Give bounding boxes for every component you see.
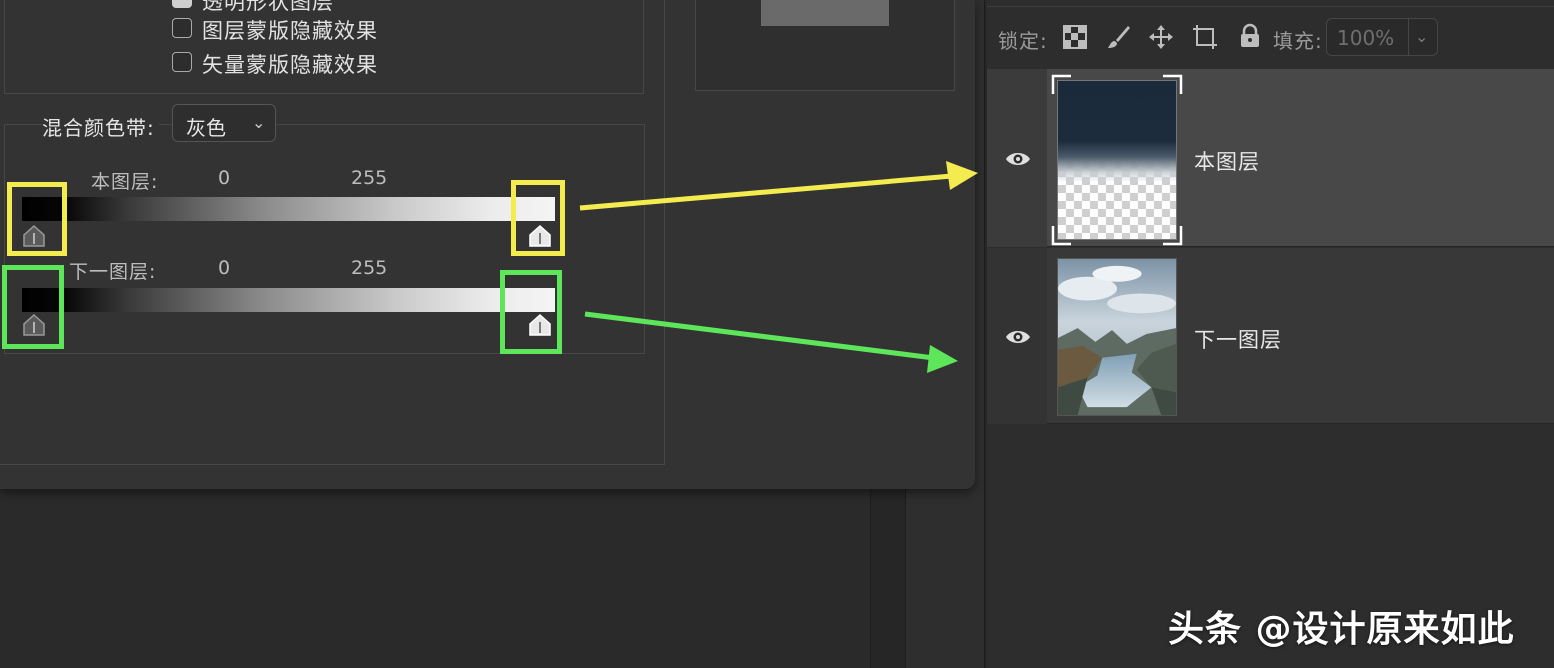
this-layer-min-value: 0 [218,167,231,189]
fill-divider [1408,18,1409,56]
underlying-layer-label: 下一图层: [69,261,157,283]
lock-all-icon[interactable] [1237,23,1263,49]
this-layer-label: 本图层: [91,171,159,193]
vector-mask-hides-effects-checkbox[interactable] [172,52,192,72]
vector-mask-hides-effects-label: 矢量蒙版隐藏效果 [202,53,378,77]
lock-label: 锁定: [998,29,1048,53]
transparency-shapes-layer-checkbox[interactable] [172,0,192,8]
layer-name-this-layer[interactable]: 本图层 [1194,146,1260,176]
panel-gutter [870,480,908,668]
eye-icon[interactable] [1005,328,1031,346]
chevron-down-icon: ⌄ [252,113,266,132]
layer-name-underlying-layer[interactable]: 下一图层 [1194,324,1282,354]
lock-position-icon[interactable] [1148,24,1174,50]
fill-label: 填充: [1273,29,1323,53]
transparency-shapes-layer-label: 透明形状图层 [202,0,334,14]
chevron-down-icon[interactable]: ⌄ [1415,27,1428,46]
layer-thumbnail-underlying-layer[interactable] [1057,258,1177,416]
lock-artboard-icon[interactable] [1192,24,1218,50]
eye-icon[interactable] [1005,150,1031,168]
this-layer-max-value: 255 [351,167,388,189]
blend-if-select-value: 灰色 [186,116,226,140]
layer-mask-hides-effects-checkbox[interactable] [172,18,192,38]
lock-image-pixels-icon[interactable] [1106,24,1132,50]
underlying-layer-max-value: 255 [351,257,388,279]
underlying-white-highlight [500,270,562,354]
layer-mask-hides-effects-label: 图层蒙版隐藏效果 [202,19,378,43]
preview-swatch [761,0,889,26]
underlying-layer-min-value: 0 [218,257,231,279]
blend-if-label: 混合颜色带: [42,112,159,141]
underlying-black-highlight [2,265,64,349]
canvas-area [0,480,870,668]
underlying-layer-gradient-bar [22,288,555,312]
this-layer-black-highlight [7,182,67,256]
fill-value: 100% [1337,26,1395,50]
layer-selection-frame [1051,74,1183,246]
this-layer-gradient-bar [22,197,555,221]
lock-transparent-pixels-icon[interactable] [1062,24,1088,50]
this-layer-white-highlight [511,180,565,256]
watermark: 头条 @设计原来如此 [1168,609,1515,650]
